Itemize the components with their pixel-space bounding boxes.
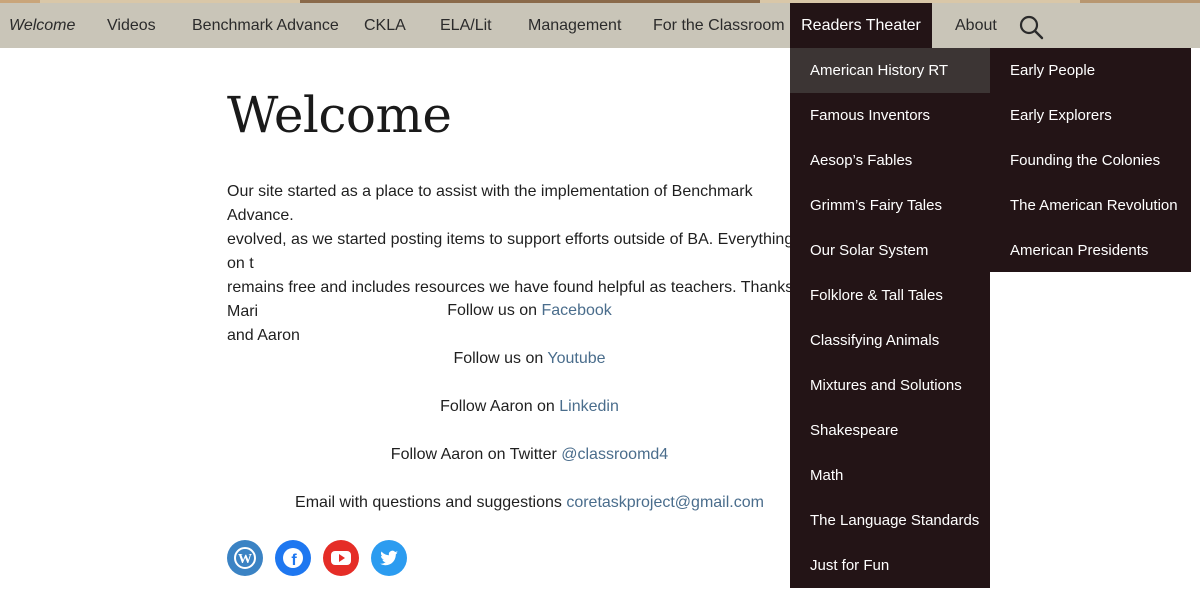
nav-item-about[interactable]: About — [955, 3, 997, 48]
youtube-icon[interactable] — [323, 540, 359, 576]
follow-twitter-line: Follow Aaron on Twitter @classroomd4 — [227, 446, 832, 464]
submenu-item-early-explorers[interactable]: Early Explorers — [990, 93, 1191, 138]
dropdown-item-grimms-fairy-tales[interactable]: Grimm’s Fairy Tales — [790, 183, 990, 228]
dropdown-item-famous-inventors[interactable]: Famous Inventors — [790, 93, 990, 138]
dropdown-item-classifying-animals[interactable]: Classifying Animals — [790, 318, 990, 363]
intro-paragraph: Our site started as a place to assist wi… — [227, 180, 807, 348]
email-link[interactable]: coretaskproject@gmail.com — [566, 494, 764, 511]
submenu-item-american-revolution[interactable]: The American Revolution — [990, 183, 1191, 228]
dropdown-item-shakespeare[interactable]: Shakespeare — [790, 408, 990, 453]
intro-line: and Aaron — [227, 327, 300, 344]
dropdown-item-our-solar-system[interactable]: Our Solar System — [790, 228, 990, 273]
follow-text: Follow us on — [447, 302, 542, 319]
follow-text: Follow us on — [453, 350, 548, 367]
nav-item-videos[interactable]: Videos — [107, 3, 156, 48]
dropdown-item-mixtures-and-solutions[interactable]: Mixtures and Solutions — [790, 363, 990, 408]
search-icon[interactable] — [1018, 14, 1044, 40]
nav-item-readers-theater[interactable]: Readers Theater — [790, 3, 932, 48]
svg-text:W: W — [238, 552, 252, 567]
intro-line: Our site started as a place to assist wi… — [227, 183, 753, 224]
dropdown-item-aesops-fables[interactable]: Aesop’s Fables — [790, 138, 990, 183]
nav-item-welcome[interactable]: Welcome — [9, 3, 75, 48]
youtube-link[interactable]: Youtube — [547, 350, 605, 367]
facebook-icon[interactable]: f — [275, 540, 311, 576]
svg-text:f: f — [291, 552, 297, 569]
submenu-item-early-people[interactable]: Early People — [990, 48, 1191, 93]
follow-youtube-line: Follow us on Youtube — [227, 350, 832, 368]
nav-item-ela-lit[interactable]: ELA/Lit — [440, 3, 492, 48]
american-history-submenu: Early People Early Explorers Founding th… — [990, 48, 1191, 272]
dropdown-item-american-history-rt[interactable]: American History RT — [790, 48, 990, 93]
follow-facebook-line: Follow us on Facebook — [227, 302, 832, 320]
main-navigation: Welcome Videos Benchmark Advance CKLA EL… — [0, 3, 1200, 48]
nav-item-ckla[interactable]: CKLA — [364, 3, 406, 48]
nav-item-benchmark-advance[interactable]: Benchmark Advance — [192, 3, 339, 48]
dropdown-item-just-for-fun[interactable]: Just for Fun — [790, 543, 990, 588]
linkedin-link[interactable]: Linkedin — [559, 398, 619, 415]
email-line: Email with questions and suggestions cor… — [227, 494, 832, 512]
submenu-item-founding-the-colonies[interactable]: Founding the Colonies — [990, 138, 1191, 183]
wordpress-icon[interactable]: W — [227, 540, 263, 576]
submenu-item-american-presidents[interactable]: American Presidents — [990, 228, 1191, 273]
readers-theater-dropdown: American History RT Famous Inventors Aes… — [790, 48, 990, 588]
twitter-icon[interactable] — [371, 540, 407, 576]
email-text: Email with questions and suggestions — [295, 494, 567, 511]
follow-text: Follow Aaron on — [440, 398, 560, 415]
follow-linkedin-line: Follow Aaron on Linkedin — [227, 398, 832, 416]
intro-line: evolved, as we started posting items to … — [227, 231, 794, 272]
page-title: Welcome — [227, 86, 452, 144]
nav-item-management[interactable]: Management — [528, 3, 621, 48]
dropdown-item-language-standards[interactable]: The Language Standards — [790, 498, 990, 543]
follow-text: Follow Aaron on Twitter — [390, 446, 562, 463]
nav-item-for-the-classroom[interactable]: For the Classroom — [653, 3, 785, 48]
dropdown-item-math[interactable]: Math — [790, 453, 990, 498]
facebook-link[interactable]: Facebook — [542, 302, 612, 319]
dropdown-item-folklore-tall-tales[interactable]: Folklore & Tall Tales — [790, 273, 990, 318]
twitter-link[interactable]: @classroomd4 — [561, 446, 668, 463]
